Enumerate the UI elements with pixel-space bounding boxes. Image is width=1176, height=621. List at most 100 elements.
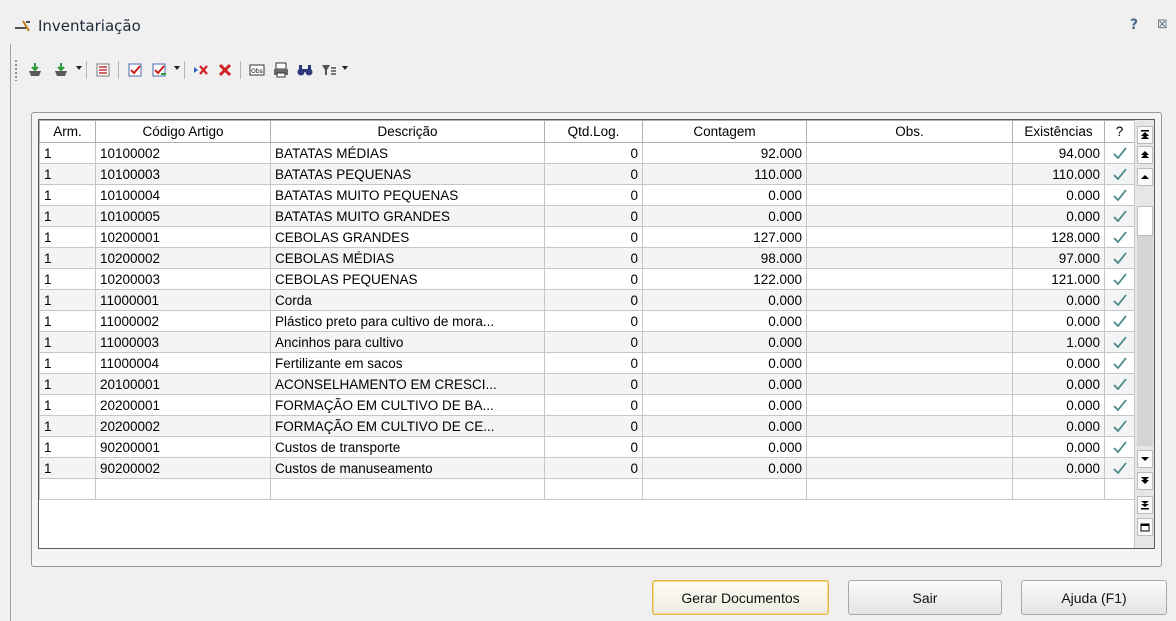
table-cell[interactable]: 0.000	[1012, 394, 1105, 416]
table-cell[interactable]: 0	[544, 226, 643, 248]
column-header[interactable]: Arm.	[39, 120, 96, 143]
table-cell[interactable]: 1	[39, 352, 96, 374]
table-cell[interactable]: Custos de transporte	[270, 436, 545, 458]
scroll-up-icon[interactable]	[1137, 168, 1153, 186]
table-cell[interactable]	[806, 289, 1013, 311]
table-cell[interactable]: 11000002	[95, 310, 271, 332]
table-cell[interactable]	[806, 268, 1013, 290]
table-cell[interactable]: 0.000	[642, 184, 807, 206]
table-cell[interactable]: 0.000	[1012, 289, 1105, 311]
table-cell[interactable]: ACONSELHAMENTO EM CRESCI...	[270, 373, 545, 395]
table-cell[interactable]	[806, 331, 1013, 353]
table-cell[interactable]	[806, 163, 1013, 185]
table-cell[interactable]: 20200001	[95, 394, 271, 416]
table-row[interactable]: 1 90200002 Custos de manuseamento 0 0.000 0.0…	[39, 457, 1135, 479]
table-cell[interactable]: Ancinhos para cultivo	[270, 331, 545, 353]
close-icon[interactable]: ⊠	[1157, 17, 1168, 32]
table-cell[interactable]	[806, 415, 1013, 437]
table-cell[interactable]: 1	[39, 436, 96, 458]
print-icon[interactable]	[270, 59, 292, 81]
table-cell[interactable]: 0	[544, 268, 643, 290]
table-cell[interactable]: 1	[39, 226, 96, 248]
table-cell[interactable]: 98.000	[642, 247, 807, 269]
table-row[interactable]: 1 20100001 ACONSELHAMENTO EM CRESCI... 0 0.0…	[39, 373, 1135, 395]
table-cell[interactable]: FORMAÇÃO EM CULTIVO DE BA...	[270, 394, 545, 416]
table-cell[interactable]: Plástico preto para cultivo de mora...	[270, 310, 545, 332]
table-cell[interactable]: 0.000	[642, 373, 807, 395]
scroll-down-icon[interactable]	[1137, 450, 1153, 468]
table-cell[interactable]: 0.000	[1012, 184, 1105, 206]
table-row[interactable]: 1 11000003 Ancinhos para cultivo 0 0.000 1.00…	[39, 331, 1135, 353]
scroll-first-icon[interactable]	[1137, 126, 1153, 144]
column-header[interactable]: Existências	[1012, 120, 1105, 143]
check-options-icon[interactable]	[148, 59, 170, 81]
table-cell[interactable]: 0	[544, 142, 643, 164]
table-cell[interactable]: BATATAS MUITO GRANDES	[270, 205, 545, 227]
table-cell[interactable]: 0	[544, 163, 643, 185]
column-header[interactable]: Qtd.Log.	[544, 120, 643, 143]
table-cell[interactable]	[544, 478, 643, 500]
table-cell[interactable]: 11000003	[95, 331, 271, 353]
table-cell[interactable]: 92.000	[642, 142, 807, 164]
table-cell[interactable]	[806, 478, 1013, 500]
table-cell[interactable]	[39, 478, 96, 500]
help-button[interactable]: Ajuda (F1)	[1021, 580, 1167, 615]
table-cell[interactable]	[1012, 478, 1105, 500]
table-cell[interactable]: 0.000	[642, 289, 807, 311]
table-row[interactable]: 1 10200003 CEBOLAS PEQUENAS 0 122.000 121.000	[39, 268, 1135, 290]
column-header[interactable]: Obs.	[806, 120, 1013, 143]
table-row[interactable]: 1 10100004 BATATAS MUITO PEQUENAS 0 0.000 0.0…	[39, 184, 1135, 206]
table-cell[interactable]	[1104, 478, 1135, 500]
table-cell[interactable]: 110.000	[1012, 163, 1105, 185]
table-cell[interactable]: BATATAS MÉDIAS	[270, 142, 545, 164]
table-cell[interactable]: 0.000	[642, 331, 807, 353]
table-cell[interactable]: Corda	[270, 289, 545, 311]
table-row[interactable]: 1 20200001 FORMAÇÃO EM CULTIVO DE BA... 0 0.…	[39, 394, 1135, 416]
table-cell[interactable]: 20200002	[95, 415, 271, 437]
table-row[interactable]: 1 11000002 Plástico preto para cultivo de …	[39, 310, 1135, 332]
table-cell[interactable]: 0	[544, 457, 643, 479]
generate-documents-button[interactable]: Gerar Documentos	[652, 580, 829, 615]
table-cell[interactable]: 11000004	[95, 352, 271, 374]
table-cell[interactable]: 0.000	[642, 457, 807, 479]
table-cell[interactable]: 90200002	[95, 457, 271, 479]
table-row[interactable]: 1 10100003 BATATAS PEQUENAS 0 110.000 110.000	[39, 163, 1135, 185]
table-cell[interactable]: 1.000	[1012, 331, 1105, 353]
table-cell[interactable]: CEBOLAS GRANDES	[270, 226, 545, 248]
table-cell[interactable]: 0	[544, 352, 643, 374]
filter-icon[interactable]	[318, 59, 340, 81]
table-cell[interactable]: 1	[39, 247, 96, 269]
table-cell[interactable]	[806, 184, 1013, 206]
table-row[interactable]: 1 10100002 BATATAS MÉDIAS 0 92.000 94.000	[39, 142, 1135, 164]
table-cell[interactable]: 10200002	[95, 247, 271, 269]
table-cell[interactable]	[806, 373, 1013, 395]
table-cell[interactable]: 11000001	[95, 289, 271, 311]
table-row[interactable]: 1 10100005 BATATAS MUITO GRANDES 0 0.000 0.00…	[39, 205, 1135, 227]
table-cell[interactable]: 0.000	[642, 352, 807, 374]
table-cell[interactable]: 0.000	[1012, 373, 1105, 395]
table-cell[interactable]: 0.000	[642, 310, 807, 332]
table-cell[interactable]: CEBOLAS MÉDIAS	[270, 247, 545, 269]
table-cell[interactable]: 1	[39, 310, 96, 332]
delete-row-icon[interactable]	[190, 59, 212, 81]
observations-icon[interactable]: Obs	[246, 59, 268, 81]
table-cell[interactable]: Custos de manuseamento	[270, 457, 545, 479]
table-cell[interactable]: Fertilizante em sacos	[270, 352, 545, 374]
table-row[interactable]: 1 11000004 Fertilizante em sacos 0 0.000 0.00…	[39, 352, 1135, 374]
new-record-icon[interactable]	[1137, 518, 1153, 536]
load-icon[interactable]	[24, 59, 46, 81]
table-row[interactable]: 1 90200001 Custos de transporte 0 0.000 0.000	[39, 436, 1135, 458]
table-cell[interactable]: 0	[544, 394, 643, 416]
table-cell[interactable]	[806, 436, 1013, 458]
table-cell[interactable]: 0.000	[642, 394, 807, 416]
table-cell[interactable]: 122.000	[642, 268, 807, 290]
table-cell[interactable]: 10200003	[95, 268, 271, 290]
filter-dropdown-icon[interactable]	[342, 66, 348, 70]
exit-button[interactable]: Sair	[848, 580, 1002, 615]
table-cell[interactable]: 1	[39, 205, 96, 227]
table-cell[interactable]: 0.000	[1012, 205, 1105, 227]
table-cell[interactable]: CEBOLAS PEQUENAS	[270, 268, 545, 290]
table-cell[interactable]: 0.000	[1012, 352, 1105, 374]
empty-row[interactable]	[39, 478, 1135, 500]
scroll-thumb[interactable]	[1137, 206, 1153, 236]
